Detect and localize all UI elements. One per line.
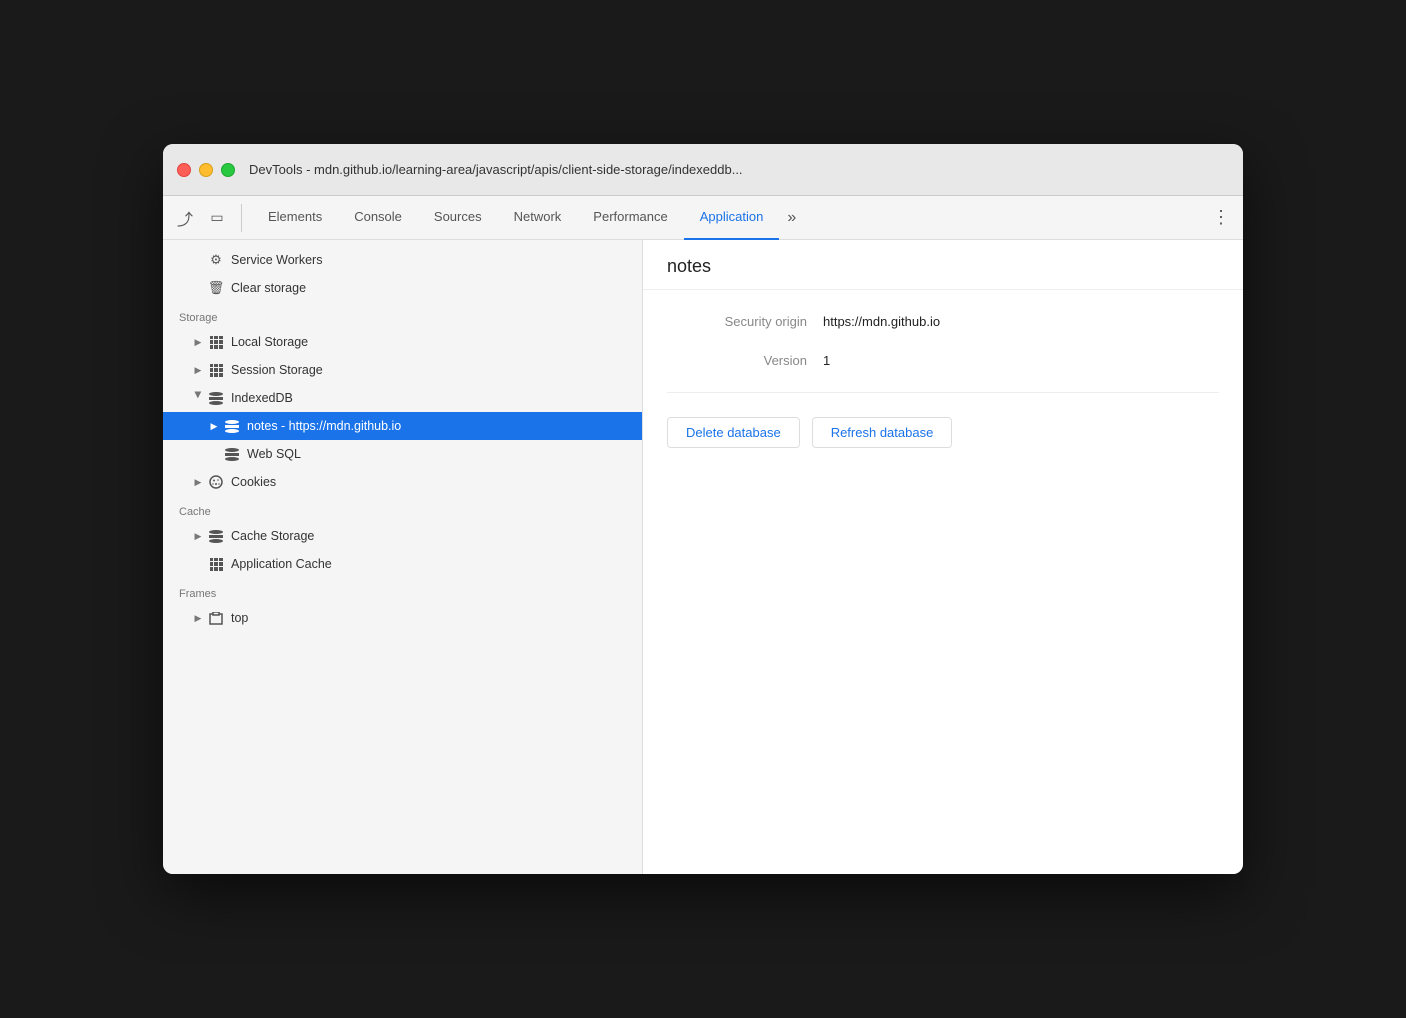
arrow-icon: ▶ xyxy=(191,477,205,488)
tab-network[interactable]: Network xyxy=(498,196,578,240)
version-label: Version xyxy=(667,353,807,368)
refresh-database-button[interactable]: Refresh database xyxy=(812,417,953,448)
maximize-button[interactable] xyxy=(221,163,235,177)
cache-section-label: Cache xyxy=(163,496,642,522)
tab-sources[interactable]: Sources xyxy=(418,196,498,240)
db-icon xyxy=(223,445,241,463)
arrow-icon: ▶ xyxy=(191,531,205,542)
sidebar-item-label: Application Cache xyxy=(231,557,332,571)
gear-icon: ⚙ xyxy=(207,251,225,269)
grid-icon xyxy=(207,555,225,573)
device-icon: ▭ xyxy=(210,209,223,226)
cursor-icon: ⤴ xyxy=(177,206,193,230)
arrow-icon: ▶ xyxy=(191,613,205,624)
arrow-icon: ▶ xyxy=(191,365,205,376)
sidebar-item-label: Local Storage xyxy=(231,335,308,349)
content-panel: notes Security origin https://mdn.github… xyxy=(643,240,1243,874)
sidebar-item-web-sql[interactable]: Web SQL xyxy=(163,440,642,468)
arrow-icon: ▶ xyxy=(191,337,205,348)
devtools-menu-button[interactable]: ⋮ xyxy=(1207,204,1235,232)
security-origin-row: Security origin https://mdn.github.io xyxy=(667,314,1219,329)
version-value: 1 xyxy=(823,353,830,368)
sidebar-item-app-cache[interactable]: Application Cache xyxy=(163,550,642,578)
sidebar-item-top[interactable]: ▶ top xyxy=(163,604,642,632)
security-origin-value: https://mdn.github.io xyxy=(823,314,940,329)
trash-icon: 🗑 xyxy=(207,279,225,297)
devtools-window: DevTools - mdn.github.io/learning-area/j… xyxy=(163,144,1243,874)
sidebar-item-label: IndexedDB xyxy=(231,391,293,405)
delete-database-button[interactable]: Delete database xyxy=(667,417,800,448)
sidebar-item-label: Clear storage xyxy=(231,281,306,295)
sidebar-item-local-storage[interactable]: ▶ Local Storage xyxy=(163,328,642,356)
version-row: Version 1 xyxy=(667,353,1219,368)
frames-section-label: Frames xyxy=(163,578,642,604)
close-button[interactable] xyxy=(177,163,191,177)
tab-console[interactable]: Console xyxy=(338,196,418,240)
device-mode-button[interactable]: ▭ xyxy=(203,204,231,232)
db-icon xyxy=(223,417,241,435)
main-area: ⚙ Service Workers 🗑 Clear storage Storag… xyxy=(163,240,1243,874)
sidebar-item-label: Cache Storage xyxy=(231,529,314,543)
security-origin-label: Security origin xyxy=(667,314,807,329)
content-header: notes xyxy=(643,240,1243,290)
arrow-icon: ▶ xyxy=(207,421,221,432)
tab-performance[interactable]: Performance xyxy=(577,196,683,240)
traffic-lights xyxy=(177,163,235,177)
toolbar-icon-group: ⤴ ▭ xyxy=(171,204,242,232)
sidebar: ⚙ Service Workers 🗑 Clear storage Storag… xyxy=(163,240,643,874)
sidebar-item-label: Cookies xyxy=(231,475,276,489)
sidebar-item-label: Session Storage xyxy=(231,363,323,377)
inspect-element-button[interactable]: ⤴ xyxy=(171,204,199,232)
window-title: DevTools - mdn.github.io/learning-area/j… xyxy=(249,162,743,177)
sidebar-item-label: Service Workers xyxy=(231,253,322,267)
cookie-icon xyxy=(207,473,225,491)
tab-elements[interactable]: Elements xyxy=(252,196,338,240)
db-icon xyxy=(207,389,225,407)
arrow-icon: ▶ xyxy=(193,391,204,405)
sidebar-item-clear-storage[interactable]: 🗑 Clear storage xyxy=(163,274,642,302)
sidebar-item-session-storage[interactable]: ▶ Session Storage xyxy=(163,356,642,384)
toolbar: ⤴ ▭ Elements Console Sources Network Per… xyxy=(163,196,1243,240)
grid-icon xyxy=(207,333,225,351)
sidebar-item-cookies[interactable]: ▶ Cookies xyxy=(163,468,642,496)
tab-application[interactable]: Application xyxy=(684,196,780,240)
titlebar: DevTools - mdn.github.io/learning-area/j… xyxy=(163,144,1243,196)
sidebar-item-label: Web SQL xyxy=(247,447,301,461)
sidebar-item-notes-db[interactable]: ▶ notes - https://mdn.github.io xyxy=(163,412,642,440)
sidebar-item-service-workers[interactable]: ⚙ Service Workers xyxy=(163,246,642,274)
db-icon xyxy=(207,527,225,545)
minimize-button[interactable] xyxy=(199,163,213,177)
toolbar-end: ⋮ xyxy=(1207,204,1235,232)
more-tabs-button[interactable]: » xyxy=(779,196,804,240)
frame-icon xyxy=(207,609,225,627)
storage-section-label: Storage xyxy=(163,302,642,328)
action-buttons: Delete database Refresh database xyxy=(667,417,1219,448)
sidebar-item-label: notes - https://mdn.github.io xyxy=(247,419,401,433)
sidebar-item-cache-storage[interactable]: ▶ Cache Storage xyxy=(163,522,642,550)
content-body: Security origin https://mdn.github.io Ve… xyxy=(643,290,1243,472)
grid-icon xyxy=(207,361,225,379)
content-title: notes xyxy=(667,256,1219,277)
tab-bar: Elements Console Sources Network Perform… xyxy=(252,196,804,239)
sidebar-item-indexeddb[interactable]: ▶ IndexedDB xyxy=(163,384,642,412)
divider xyxy=(667,392,1219,393)
sidebar-item-label: top xyxy=(231,611,248,625)
